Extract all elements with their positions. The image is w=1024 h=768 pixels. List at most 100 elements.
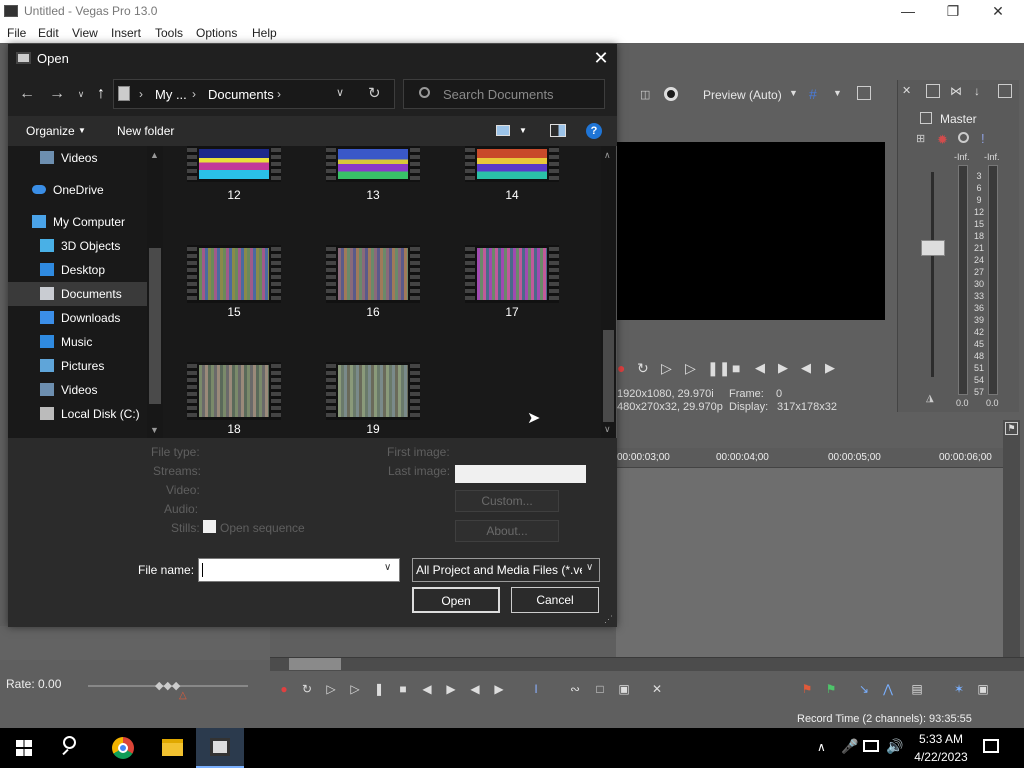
cancel-button[interactable]: Cancel	[511, 587, 599, 613]
menu-insert[interactable]: Insert	[111, 26, 141, 40]
help-icon[interactable]: ?	[586, 123, 602, 139]
file-list-scrollbar-thumb[interactable]	[603, 330, 614, 422]
refresh-icon[interactable]: ↻	[368, 84, 381, 102]
file-thumbnail[interactable]	[326, 362, 420, 420]
snapping-icon[interactable]: ⋀	[881, 682, 895, 696]
nav-item-music[interactable]: Music	[8, 330, 147, 354]
preview-mode-dropdown[interactable]: Preview (Auto)	[703, 88, 782, 102]
nav-item-videos[interactable]: Videos	[8, 378, 147, 402]
menu-help[interactable]: Help	[252, 26, 277, 40]
downmix-icon[interactable]: ⋈	[950, 84, 962, 98]
preview-mode-chevron-icon[interactable]: ▼	[789, 88, 798, 98]
file-name-label[interactable]: 13	[326, 188, 420, 202]
microphone-icon[interactable]: 🎤	[841, 738, 858, 755]
go-to-start-icon[interactable]: ◀	[420, 682, 434, 696]
close-panel-icon[interactable]: ✕	[902, 84, 911, 97]
record-icon[interactable]: ●	[277, 682, 291, 696]
stop-icon[interactable]: ■	[396, 682, 410, 696]
insert-region-icon[interactable]: ⚑	[824, 682, 838, 696]
search-icon[interactable]	[63, 736, 76, 749]
file-thumbnail[interactable]	[326, 146, 420, 182]
scroll-up-icon[interactable]: ▲	[150, 150, 159, 160]
new-folder-button[interactable]: New folder	[117, 124, 174, 138]
show-hidden-icons-icon[interactable]: ∧	[817, 740, 826, 754]
rate-slider-handle[interactable]: ◆◆◆	[155, 679, 180, 692]
fx-icon[interactable]: ✹	[937, 132, 948, 148]
custom-button[interactable]: Custom...	[455, 490, 559, 512]
nav-item-videos[interactable]: Videos	[8, 146, 147, 170]
nav-item-onedrive[interactable]: OneDrive	[8, 178, 147, 202]
go-to-end-icon[interactable]: ▶	[444, 682, 458, 696]
close-window-button[interactable]: ✕	[983, 2, 1013, 20]
about-button[interactable]: About...	[455, 520, 559, 542]
last-image-field[interactable]	[455, 465, 586, 483]
next-frame-icon[interactable]: ▶	[825, 360, 835, 376]
mute-icon[interactable]	[958, 132, 969, 143]
timeline-horizontal-scrollbar[interactable]	[270, 657, 1024, 671]
up-arrow-icon[interactable]: ↑	[91, 84, 111, 104]
file-thumbnail[interactable]	[326, 245, 420, 303]
navigation-scrollbar-thumb[interactable]	[149, 248, 161, 404]
go-to-end-icon[interactable]: ▶	[778, 360, 788, 376]
file-name-label[interactable]: 16	[326, 305, 420, 319]
play-icon[interactable]: ▷	[348, 682, 362, 696]
selection-tool-icon[interactable]: □	[593, 682, 607, 696]
menu-tools[interactable]: Tools	[155, 26, 183, 40]
overlays-icon[interactable]: #	[809, 86, 817, 102]
nav-item-local-disk-c[interactable]: Local Disk (C:)	[8, 402, 147, 426]
preview-quality-icon[interactable]	[664, 87, 678, 101]
file-thumbnail[interactable]	[187, 245, 281, 303]
address-dropdown-chevron-icon[interactable]: ∨	[336, 86, 344, 99]
envelope-tool-icon[interactable]: ∾	[568, 682, 582, 696]
insert-marker-icon[interactable]: ⚑	[800, 682, 814, 696]
dim-output-icon[interactable]: ↓	[974, 84, 980, 98]
menu-view[interactable]: View	[72, 26, 98, 40]
lock-envelopes-icon[interactable]: ▤	[910, 682, 924, 696]
master-properties-icon[interactable]	[926, 84, 940, 98]
file-type-chevron-icon[interactable]: ∨	[586, 562, 593, 573]
scroll-up-icon[interactable]: ∧	[604, 150, 611, 161]
auto-ripple-icon[interactable]: ↘	[857, 682, 871, 696]
master-fader[interactable]	[921, 240, 945, 256]
breadcrumb-separator-icon[interactable]: ›	[192, 87, 196, 101]
menu-edit[interactable]: Edit	[38, 26, 59, 40]
nav-item-3d-objects[interactable]: 3D Objects	[8, 234, 147, 258]
play-icon[interactable]: ▷	[685, 360, 696, 377]
timeline-vertical-scrollbar[interactable]	[1003, 420, 1020, 658]
change-view-icon[interactable]	[496, 125, 510, 136]
ignore-grouping-icon[interactable]: ▣	[976, 682, 990, 696]
play-from-start-icon[interactable]: ▷	[661, 360, 672, 377]
organize-chevron-icon[interactable]: ▼	[78, 126, 86, 135]
play-from-start-icon[interactable]: ▷	[324, 682, 338, 696]
file-thumbnail[interactable]	[465, 146, 559, 182]
breadcrumb-my-documents[interactable]: My ...	[155, 87, 187, 102]
marker-icon[interactable]: ⚑	[1005, 422, 1018, 435]
file-thumbnail[interactable]	[465, 245, 559, 303]
file-name-label[interactable]: 18	[187, 422, 281, 436]
file-thumbnail[interactable]	[187, 362, 281, 420]
notifications-icon[interactable]	[983, 739, 999, 753]
minimize-button[interactable]: —	[893, 2, 923, 20]
stop-icon[interactable]: ■	[732, 360, 740, 376]
network-icon[interactable]	[863, 740, 879, 752]
pause-icon[interactable]: ❚❚	[707, 360, 730, 377]
file-name-label[interactable]: 12	[187, 188, 281, 202]
scroll-down-icon[interactable]: ▼	[150, 425, 159, 435]
delete-icon[interactable]: ✕	[650, 682, 664, 696]
open-sequence-checkbox[interactable]	[203, 520, 216, 533]
auto-crossfade-icon[interactable]: ✶	[952, 682, 966, 696]
normal-edit-tool-icon[interactable]: I	[529, 682, 543, 696]
loop-icon[interactable]: ↻	[300, 682, 314, 696]
file-name-label[interactable]: 14	[465, 188, 559, 202]
record-icon[interactable]: ●	[617, 360, 625, 376]
breadcrumb-documents[interactable]: Documents	[208, 87, 274, 102]
overlays-chevron-icon[interactable]: ▼	[833, 88, 842, 98]
menu-options[interactable]: Options	[196, 26, 237, 40]
zoom-tool-icon[interactable]: ▣	[617, 682, 631, 696]
recent-locations-chevron-icon[interactable]: ∨	[71, 84, 91, 104]
solo-icon[interactable]: !	[981, 131, 985, 146]
copy-snapshot-icon[interactable]	[857, 86, 871, 100]
open-button[interactable]: Open	[412, 587, 500, 613]
file-thumbnail[interactable]	[187, 146, 281, 182]
pause-icon[interactable]: ❚	[372, 682, 386, 696]
